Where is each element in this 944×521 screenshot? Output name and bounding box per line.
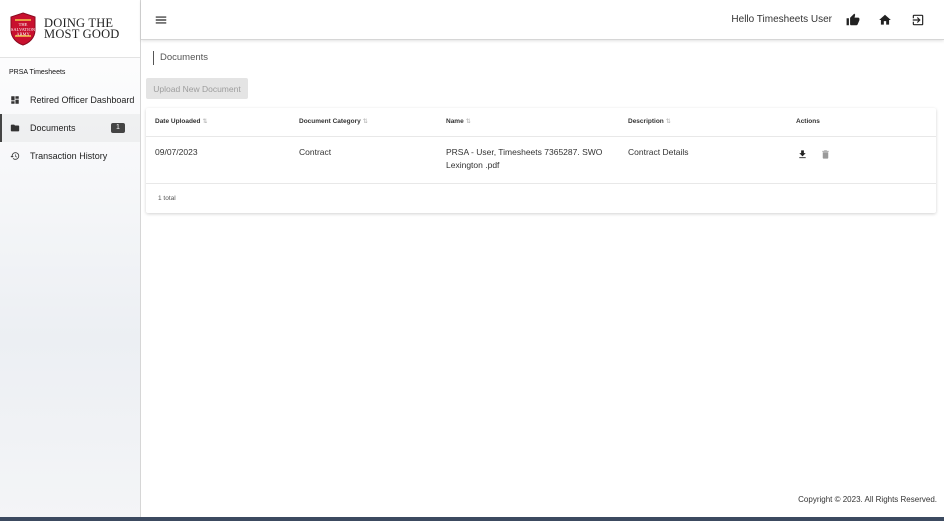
column-header-document-category[interactable]: Document Category ⇅	[299, 108, 368, 136]
column-label: Date Uploaded	[155, 118, 201, 125]
logout-icon	[912, 14, 924, 26]
row-divider	[146, 183, 936, 184]
column-label: Actions	[796, 118, 820, 125]
sidebar-item-label: Transaction History	[30, 151, 108, 161]
cell-name-line-1: PRSA - User, Timesheets 7365287. SWO	[446, 147, 603, 157]
sidebar-item-label: Documents	[30, 123, 76, 133]
dashboard-icon	[11, 96, 19, 104]
column-header-date-uploaded[interactable]: Date Uploaded ⇅	[155, 108, 208, 136]
cell-document-category: Contract	[299, 147, 332, 157]
folder-icon	[10, 124, 20, 132]
documents-table: Date Uploaded ⇅ Document Category ⇅ Name ⇅ …	[146, 108, 936, 213]
user-greeting: Hello Timesheets User	[731, 14, 832, 25]
feedback-button[interactable]	[846, 13, 860, 27]
home-icon	[879, 14, 891, 25]
column-label: Name	[446, 118, 464, 125]
column-header-name[interactable]: Name ⇅	[446, 108, 471, 136]
home-button[interactable]	[878, 13, 892, 27]
logo-line-2: MOST GOOD	[44, 26, 120, 41]
sort-icon: ⇅	[362, 119, 368, 125]
breadcrumb: Documents	[153, 51, 208, 65]
download-button[interactable]	[797, 147, 808, 159]
sidebar: THE SALVATION ARMY DOING THE MOST GOOD P…	[0, 0, 141, 521]
bottom-edge	[0, 517, 944, 521]
documents-count-badge: 1	[111, 123, 125, 133]
column-header-actions: Actions	[796, 108, 820, 136]
logo-text: DOING THE MOST GOOD	[44, 16, 120, 41]
download-icon	[799, 150, 806, 159]
cell-name-line-2: Lexington .pdf	[446, 160, 500, 170]
sidebar-item-dashboard[interactable]: Retired Officer Dashboard	[0, 86, 140, 114]
cell-name: PRSA - User, Timesheets 7365287. SWO Lex…	[446, 146, 616, 172]
history-icon	[10, 152, 20, 160]
column-label: Document Category	[299, 118, 361, 125]
delete-button[interactable]	[820, 147, 831, 159]
logout-button[interactable]	[911, 13, 925, 27]
logo[interactable]: THE SALVATION ARMY DOING THE MOST GOOD	[0, 0, 140, 58]
cell-description: Contract Details	[628, 147, 689, 157]
sidebar-item-label: Retired Officer Dashboard	[30, 95, 135, 105]
footer-copyright: Copyright © 2023. All Rights Reserved.	[798, 495, 937, 504]
sidebar-item-documents[interactable]: Documents 1	[0, 114, 140, 142]
menu-icon	[155, 16, 167, 24]
upload-document-button[interactable]: Upload New Document	[146, 78, 248, 99]
sort-icon: ⇅	[465, 119, 471, 125]
menu-button[interactable]	[154, 13, 168, 27]
header-divider	[146, 136, 936, 137]
top-bar: Hello Timesheets User	[141, 0, 944, 40]
column-label: Description	[628, 118, 664, 125]
thumbs-up-icon	[846, 13, 860, 26]
svg-text:ARMY: ARMY	[16, 31, 30, 36]
column-header-description[interactable]: Description ⇅	[628, 108, 671, 136]
sort-icon: ⇅	[665, 119, 671, 125]
sidebar-item-transaction-history[interactable]: Transaction History	[0, 142, 140, 170]
delete-icon	[822, 150, 829, 159]
total-count: 1 total	[158, 195, 176, 202]
salvation-army-shield-icon: THE SALVATION ARMY	[10, 11, 36, 46]
cell-date-uploaded: 09/07/2023	[155, 147, 198, 157]
sidebar-section-title: PRSA Timesheets	[9, 69, 66, 76]
sort-icon: ⇅	[202, 119, 208, 125]
